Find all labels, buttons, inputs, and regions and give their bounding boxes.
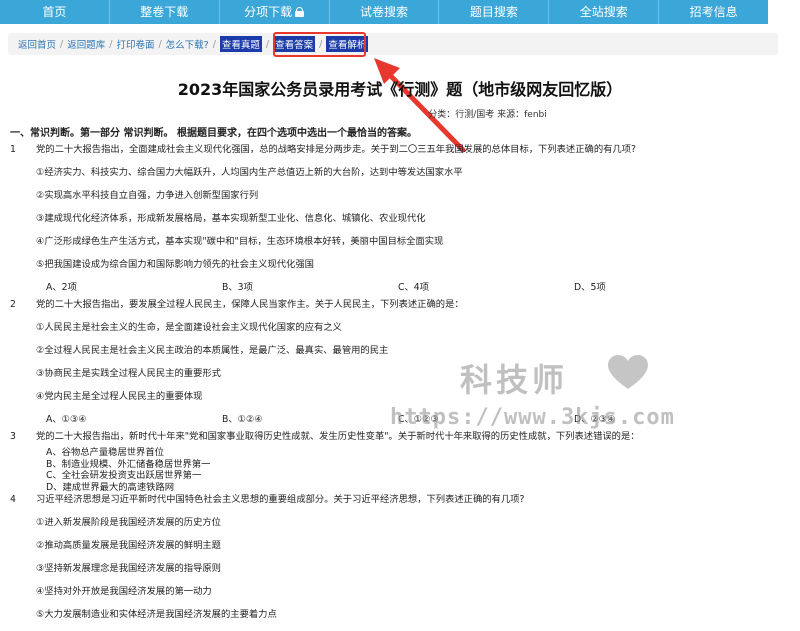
statement: ④广泛形成绿色生产生活方式，基本实现"碳中和"目标，生态环境根本好转，美丽中国目… [36,236,444,247]
section-heading: 一、常识判断。第一部分 常识判断。 根据题目要求，在四个选项中选出一个最恰当的答… [10,128,417,139]
page-title: 2023年国家公务员录用考试《行测》题（地市级网友回忆版） [177,80,623,99]
option-list: A、谷物总产量稳居世界首位 B、制造业规模、外汇储备稳居世界第一 C、全社会研发… [10,447,785,493]
option: C、4项 [398,282,430,293]
watermark-url: https://www.3kjs.com [390,405,675,430]
question-content: 一、常识判断。第一部分 常识判断。 根据题目要求，在四个选项中选出一个最恰当的答… [10,127,785,631]
statement: ②推动高质量发展是我国经济发展的鲜明主题 [36,540,221,551]
statement: ⑤大力发展制造业和实体经济是我国经济发展的主要着力点 [36,609,277,620]
question-3: 3 党的二十大报告指出，新时代十年来"党和国家事业取得历史性成就、发生历史性变革"… [10,431,640,442]
statement: ⑤把我国建设成为综合国力和国际影响力领先的社会主义现代化强国 [36,259,314,270]
statement: ④党内民主是全过程人民民主的重要体现 [36,391,203,402]
statement: ③建成现代化经济体系，形成新发展格局，基本实现新型工业化、信息化、城镇化、农业现… [36,213,426,224]
option: A、谷物总产量稳居世界首位 [46,447,164,458]
statement: ①进入新发展阶段是我国经济发展的历史方位 [36,517,221,528]
statement: ②实现高水平科技自立自强，力争进入创新型国家行列 [36,190,259,201]
statement: ①人民民主是社会主义的生命，是全面建设社会主义现代化国家的应有之义 [36,322,342,333]
option: D、5项 [574,282,606,293]
option: D、建成世界最大的高速铁路网 [46,481,175,493]
question-4: 4 习近平经济思想是习近平新时代中国特色社会主义思想的重要组成部分。关于习近平经济… [10,494,525,505]
statement: ③协商民主是实践全过程人民民主的重要形式 [36,368,221,379]
question-2: 2 党的二十大报告指出，要发展全过程人民民主，保障人民当家作主。关于人民民主，下列… [10,299,464,310]
watermark-brand: 科技师 [460,361,569,399]
statement: ①经济实力、科技实力、综合国力大幅跃升，人均国内生产总值迈上新的大台阶，达到中等… [36,167,463,178]
statement: ③坚持新发展理念是我国经济发展的指导原则 [36,563,221,574]
option: C、全社会研发投资支出跃居世界第一 [46,470,202,481]
options: A、2项 B、3项 C、4项 D、5项 [10,281,785,295]
option: A、2项 [46,282,77,293]
statement: ④坚持对外开放是我国经济发展的第一动力 [36,586,212,597]
exam-meta: 分类：行测/国考 来源：fenbi [428,110,547,120]
option: B、制造业规模、外汇储备稳居世界第一 [46,458,211,470]
question-1: 1 党的二十大报告指出，全面建成社会主义现代化强国，总的战略安排是分两步走。关于到… [10,144,636,155]
statement: ②全过程人民民主是社会主义民主政治的本质属性，是最广泛、最真实、最管用的民主 [36,345,389,356]
heart-icon [608,355,648,389]
option: B、3项 [222,282,253,293]
option: B、①②④ [222,414,263,425]
option: A、①③④ [46,414,87,425]
